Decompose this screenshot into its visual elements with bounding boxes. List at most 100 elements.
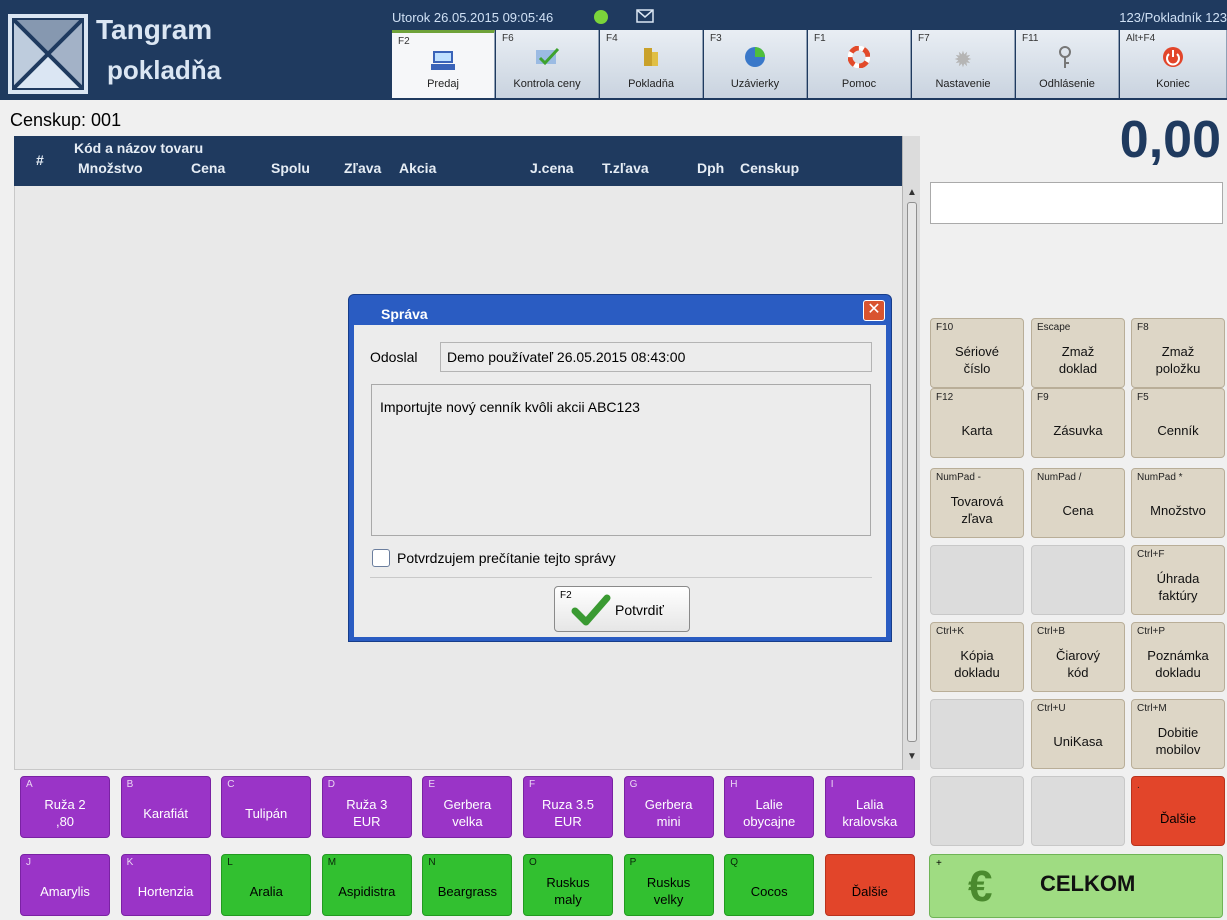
cashier-label: 123/Pokladník 123 (1119, 10, 1227, 25)
grid-scrollbar[interactable]: ▲ ▼ (902, 136, 920, 770)
product-label: Hortenzia (137, 883, 194, 899)
product-button[interactable]: F Ruza 3.5 EUR (523, 776, 613, 838)
shortcut-key: F11 (1022, 33, 1039, 44)
scroll-down-icon[interactable]: ▼ (903, 748, 921, 766)
tab-koniec[interactable]: Alt+F4 Koniec (1120, 30, 1227, 98)
price-check-icon (533, 46, 561, 74)
app-title: Tangram (96, 14, 213, 45)
dialog-title: Správa (381, 306, 428, 322)
shortcut-key: F12 (936, 392, 954, 403)
panel-button-label: Čiarový kód (1055, 648, 1101, 680)
product-button[interactable]: C Tulipán (221, 776, 312, 838)
panel-button-empty[interactable] (930, 545, 1024, 615)
panel-button[interactable]: Ctrl+K Kópia dokladu (930, 622, 1024, 692)
panel-button-label: Poznámka dokladu (1147, 648, 1209, 680)
gear-icon: ✹ (953, 47, 973, 72)
scroll-up-icon[interactable]: ▲ (903, 184, 921, 202)
sender-field[interactable]: Demo používateľ 26.05.2015 08:43:00 (440, 342, 872, 372)
product-button[interactable]: G Gerbera mini (623, 776, 714, 838)
panel-button[interactable]: F8 Zmaž položku (1131, 318, 1225, 388)
column-discount: Zľava (344, 160, 382, 176)
panel-button[interactable]: . Ďalšie (1131, 776, 1225, 846)
column-price-group: Censkup (740, 160, 800, 176)
panel-button-empty[interactable] (1031, 545, 1125, 615)
panel-button-label (1032, 791, 1124, 845)
product-button[interactable]: A Ruža 2 ,80 (20, 776, 110, 838)
panel-button-label: Zmaž položku (1155, 344, 1201, 376)
datetime-display: Utorok 26.05.2015 09:05:46 (392, 10, 554, 25)
product-label: Gerbera mini (644, 797, 693, 829)
total-amount: 0,00 (1119, 111, 1221, 169)
tab-uzavierky[interactable]: F3 Uzávierky (704, 30, 807, 98)
barcode-input[interactable] (930, 182, 1223, 224)
product-button[interactable]: H Lalie obycajne (724, 776, 815, 838)
shortcut-key: Ctrl+M (1137, 703, 1167, 714)
message-textarea[interactable]: Importujte nový cenník kvôli akcii ABC12… (371, 384, 871, 536)
confirm-label: Potvrdiť (615, 602, 664, 618)
product-button[interactable]: D Ruža 3 EUR (321, 776, 412, 838)
column-quantity: Množstvo (78, 160, 143, 176)
product-label: Ruskus velky (646, 875, 691, 907)
panel-button[interactable]: Escape Zmaž doklad (1031, 318, 1125, 388)
scroll-track[interactable] (907, 202, 917, 742)
tab-pomoc[interactable]: F1 Pomoc (808, 30, 911, 98)
shortcut-key: Ctrl+K (936, 626, 965, 637)
confirm-read-label[interactable]: Potvrdzujem prečítanie tejto správy (397, 550, 616, 566)
shortcut-key: NumPad - (936, 472, 982, 483)
panel-button[interactable]: Ctrl+B Čiarový kód (1031, 622, 1125, 692)
product-label: Gerbera velka (443, 797, 492, 829)
panel-button[interactable]: Ctrl+F Úhrada faktúry (1131, 545, 1225, 615)
panel-button-empty[interactable] (930, 776, 1024, 846)
shortcut-key: NumPad / (1037, 472, 1082, 483)
shortcut-key: F6 (502, 33, 514, 44)
panel-button-empty[interactable] (930, 699, 1024, 769)
tab-label: Pokladňa (628, 78, 674, 90)
tab-label: Kontrola ceny (513, 78, 581, 90)
tab-kontrola-ceny[interactable]: F6 Kontrola ceny (496, 30, 599, 98)
product-button[interactable]: I Lalia kralovska (824, 776, 915, 838)
tab-predaj[interactable]: F2 Predaj (392, 30, 495, 98)
confirm-button[interactable]: F2 Potvrdiť (554, 586, 690, 632)
tab-pokladna[interactable]: F4 Pokladňa (600, 30, 703, 98)
panel-button-empty[interactable] (1031, 776, 1125, 846)
product-button[interactable]: L Aralia (221, 854, 312, 916)
panel-button[interactable]: F12 Karta (930, 388, 1024, 458)
divider (370, 577, 872, 578)
panel-button[interactable]: F5 Cenník (1131, 388, 1225, 458)
shortcut-key: F9 (1037, 392, 1049, 403)
product-button[interactable]: B Karafiát (120, 776, 211, 838)
tab-odhlasenie[interactable]: F11 Odhlásenie (1016, 30, 1119, 98)
tangram-logo (8, 14, 88, 94)
product-button[interactable]: K Hortenzia (120, 854, 211, 916)
panel-button[interactable]: NumPad * Množstvo (1131, 468, 1225, 538)
panel-button[interactable]: Ctrl+M Dobitie mobilov (1131, 699, 1225, 769)
panel-button-label: Cena (1062, 502, 1094, 518)
panel-button[interactable]: F9 Zásuvka (1031, 388, 1125, 458)
panel-button[interactable]: F10 Sériové číslo (930, 318, 1024, 388)
product-button[interactable]: Ďalšie (824, 854, 915, 916)
panel-button[interactable]: Ctrl+P Poznámka dokladu (1131, 622, 1225, 692)
panel-button[interactable]: Ctrl+U UniKasa (1031, 699, 1125, 769)
shortcut-key: F1 (814, 33, 826, 44)
keys-icon (1053, 46, 1081, 74)
tab-nastavenie[interactable]: F7 ✹ Nastavenie (912, 30, 1015, 98)
product-label: Aralia (249, 883, 283, 899)
product-button[interactable]: E Gerbera velka (422, 776, 513, 838)
product-button[interactable]: M Aspidistra (321, 854, 412, 916)
panel-button-label: Dobitie mobilov (1155, 725, 1201, 757)
checkout-label: CELKOM (1040, 871, 1136, 896)
product-button[interactable]: P Ruskus velky (623, 854, 714, 916)
panel-button[interactable]: NumPad - Tovarová zľava (930, 468, 1024, 538)
panel-button[interactable]: NumPad / Cena (1031, 468, 1125, 538)
product-label: Amarylis (40, 883, 90, 899)
total-checkout-button[interactable]: + € CELKOM (929, 854, 1223, 918)
tab-label: Koniec (1156, 78, 1190, 90)
mail-icon[interactable] (636, 9, 654, 28)
confirm-read-checkbox[interactable] (372, 549, 390, 567)
product-button[interactable]: Q Cocos (724, 854, 815, 916)
lifebuoy-icon (845, 45, 873, 74)
product-button[interactable]: N Beargrass (422, 854, 513, 916)
product-button[interactable]: J Amarylis (20, 854, 110, 916)
product-button[interactable]: O Ruskus maly (523, 854, 613, 916)
close-icon[interactable]: ✕ (863, 300, 885, 321)
